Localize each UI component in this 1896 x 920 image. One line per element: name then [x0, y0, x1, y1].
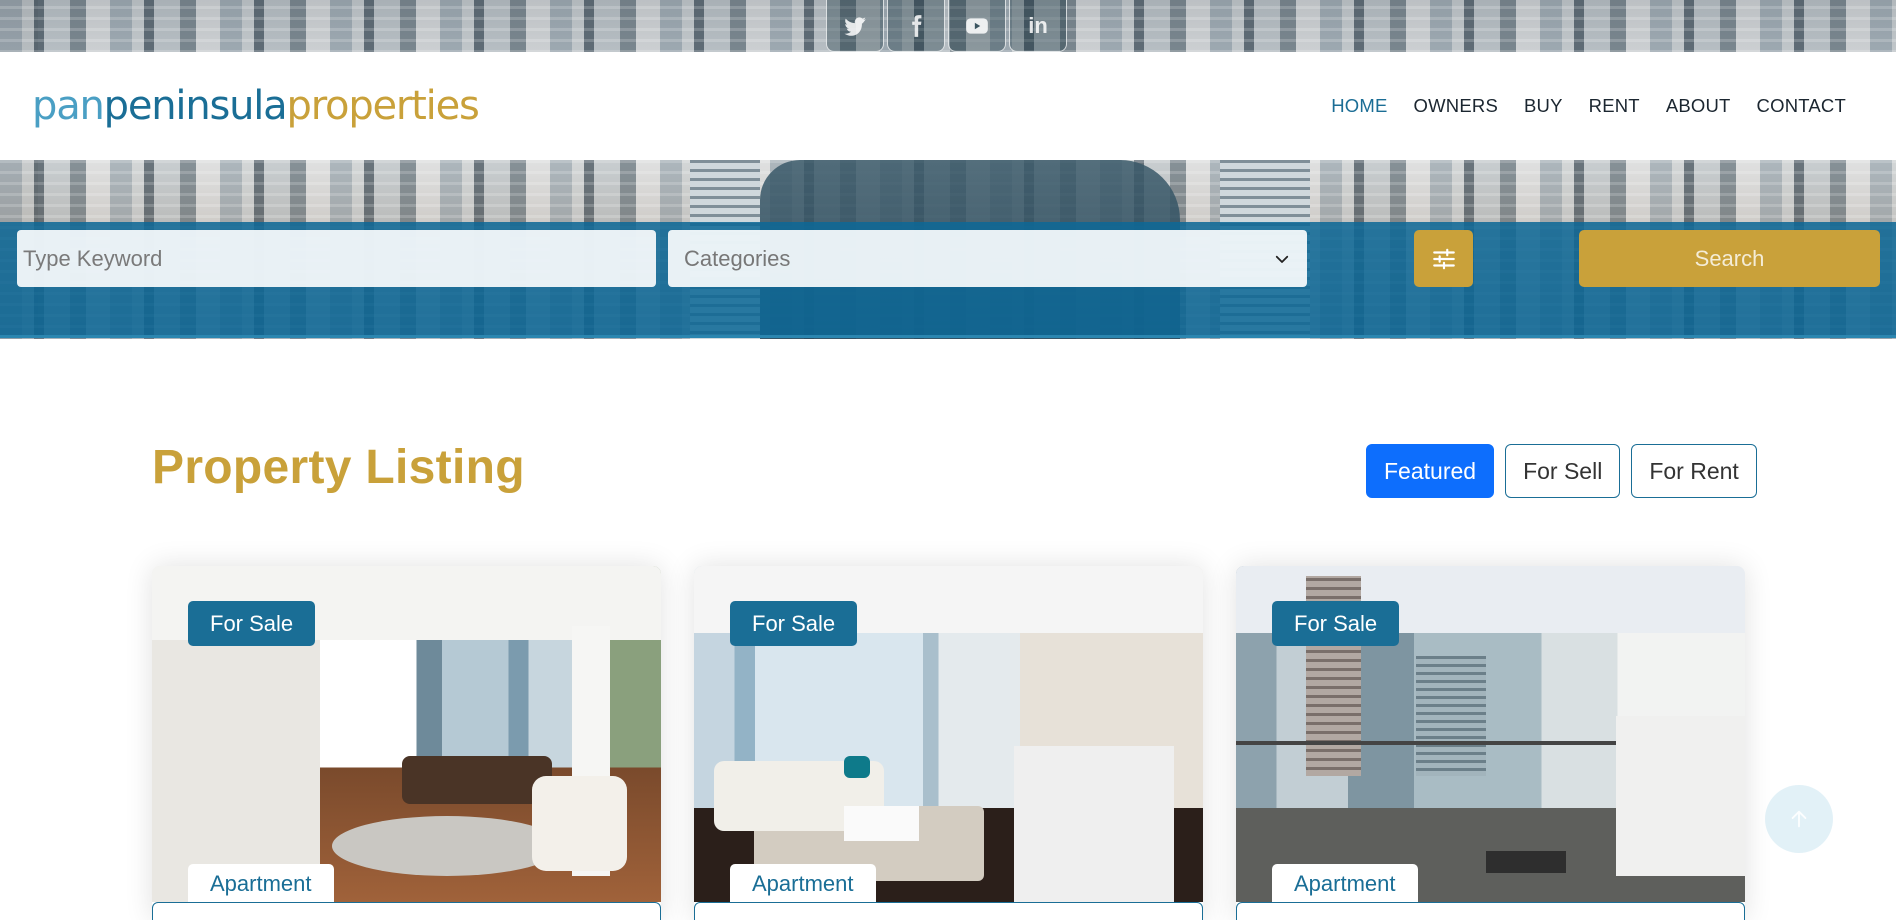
- linkedin-icon: in: [1028, 12, 1048, 38]
- categories-select[interactable]: Categories: [668, 230, 1307, 287]
- search-bar: Categories Search: [0, 222, 1896, 338]
- chevron-down-icon: [1275, 255, 1289, 263]
- listing-tabs: Featured For Sell For Rent: [1366, 444, 1757, 498]
- photo-detail: [1486, 851, 1566, 873]
- nav-item-home[interactable]: HOME: [1331, 95, 1387, 117]
- youtube-link[interactable]: [948, 0, 1006, 52]
- property-card-list: For Sale Apartment For Sale Apartment Fo…: [152, 566, 1745, 920]
- photo-detail: [402, 756, 552, 804]
- nav-item-owners[interactable]: OWNERS: [1414, 95, 1498, 117]
- photo-detail: [844, 806, 919, 841]
- keyword-field: [17, 230, 656, 287]
- logo-text-peninsula: peninsula: [103, 83, 288, 129]
- status-badge: For Sale: [1272, 601, 1400, 646]
- nav-item-buy[interactable]: BUY: [1524, 95, 1563, 117]
- logo-text-properties: properties: [286, 83, 480, 129]
- linkedin-link[interactable]: in: [1009, 0, 1067, 52]
- header-navbar: pan peninsula properties HOME OWNERS BUY R…: [0, 52, 1896, 160]
- status-badge: For Sale: [730, 601, 858, 646]
- nav-item-about[interactable]: ABOUT: [1666, 95, 1731, 117]
- property-type-badge: Apartment: [188, 864, 334, 904]
- property-card[interactable]: For Sale Apartment: [1236, 566, 1745, 920]
- property-card[interactable]: For Sale Apartment: [152, 566, 661, 920]
- property-card[interactable]: For Sale Apartment: [694, 566, 1203, 920]
- card-body: [694, 902, 1203, 920]
- property-type-badge: Apartment: [730, 864, 876, 904]
- photo-detail: [1616, 716, 1745, 876]
- tab-featured[interactable]: Featured: [1366, 444, 1495, 498]
- filter-button[interactable]: [1414, 230, 1473, 287]
- keyword-input[interactable]: [23, 245, 650, 272]
- twitter-icon: [844, 16, 866, 36]
- youtube-icon: [966, 17, 988, 34]
- photo-detail: [844, 756, 870, 778]
- tab-for-sell[interactable]: For Sell: [1505, 444, 1621, 498]
- section-title: Property Listing: [152, 441, 525, 494]
- nav-item-rent[interactable]: RENT: [1589, 95, 1640, 117]
- search-button-label: Search: [1694, 245, 1765, 271]
- facebook-link[interactable]: [887, 0, 945, 52]
- card-body: [1236, 902, 1745, 920]
- tab-for-rent[interactable]: For Rent: [1631, 444, 1757, 498]
- card-body: [152, 902, 661, 920]
- main-menu: HOME OWNERS BUY RENT ABOUT CONTACT: [1331, 95, 1846, 117]
- logo-text-pan: pan: [32, 83, 105, 129]
- facebook-icon: [912, 14, 922, 37]
- status-badge: For Sale: [188, 601, 316, 646]
- photo-detail: [1416, 656, 1486, 776]
- sliders-icon: [1432, 248, 1455, 269]
- photo-detail: [332, 816, 562, 876]
- search-button[interactable]: Search: [1579, 230, 1880, 287]
- twitter-link[interactable]: [826, 0, 884, 52]
- nav-item-contact[interactable]: CONTACT: [1757, 95, 1846, 117]
- property-type-badge: Apartment: [1272, 864, 1418, 904]
- categories-selected-value: Categories: [684, 245, 791, 271]
- site-logo[interactable]: pan peninsula properties: [32, 83, 480, 129]
- photo-detail: [532, 776, 627, 871]
- social-links: in: [826, 0, 1067, 52]
- photo-detail: [1014, 746, 1174, 906]
- scroll-to-top-button[interactable]: [1765, 785, 1833, 853]
- arrow-up-icon: [1791, 810, 1807, 828]
